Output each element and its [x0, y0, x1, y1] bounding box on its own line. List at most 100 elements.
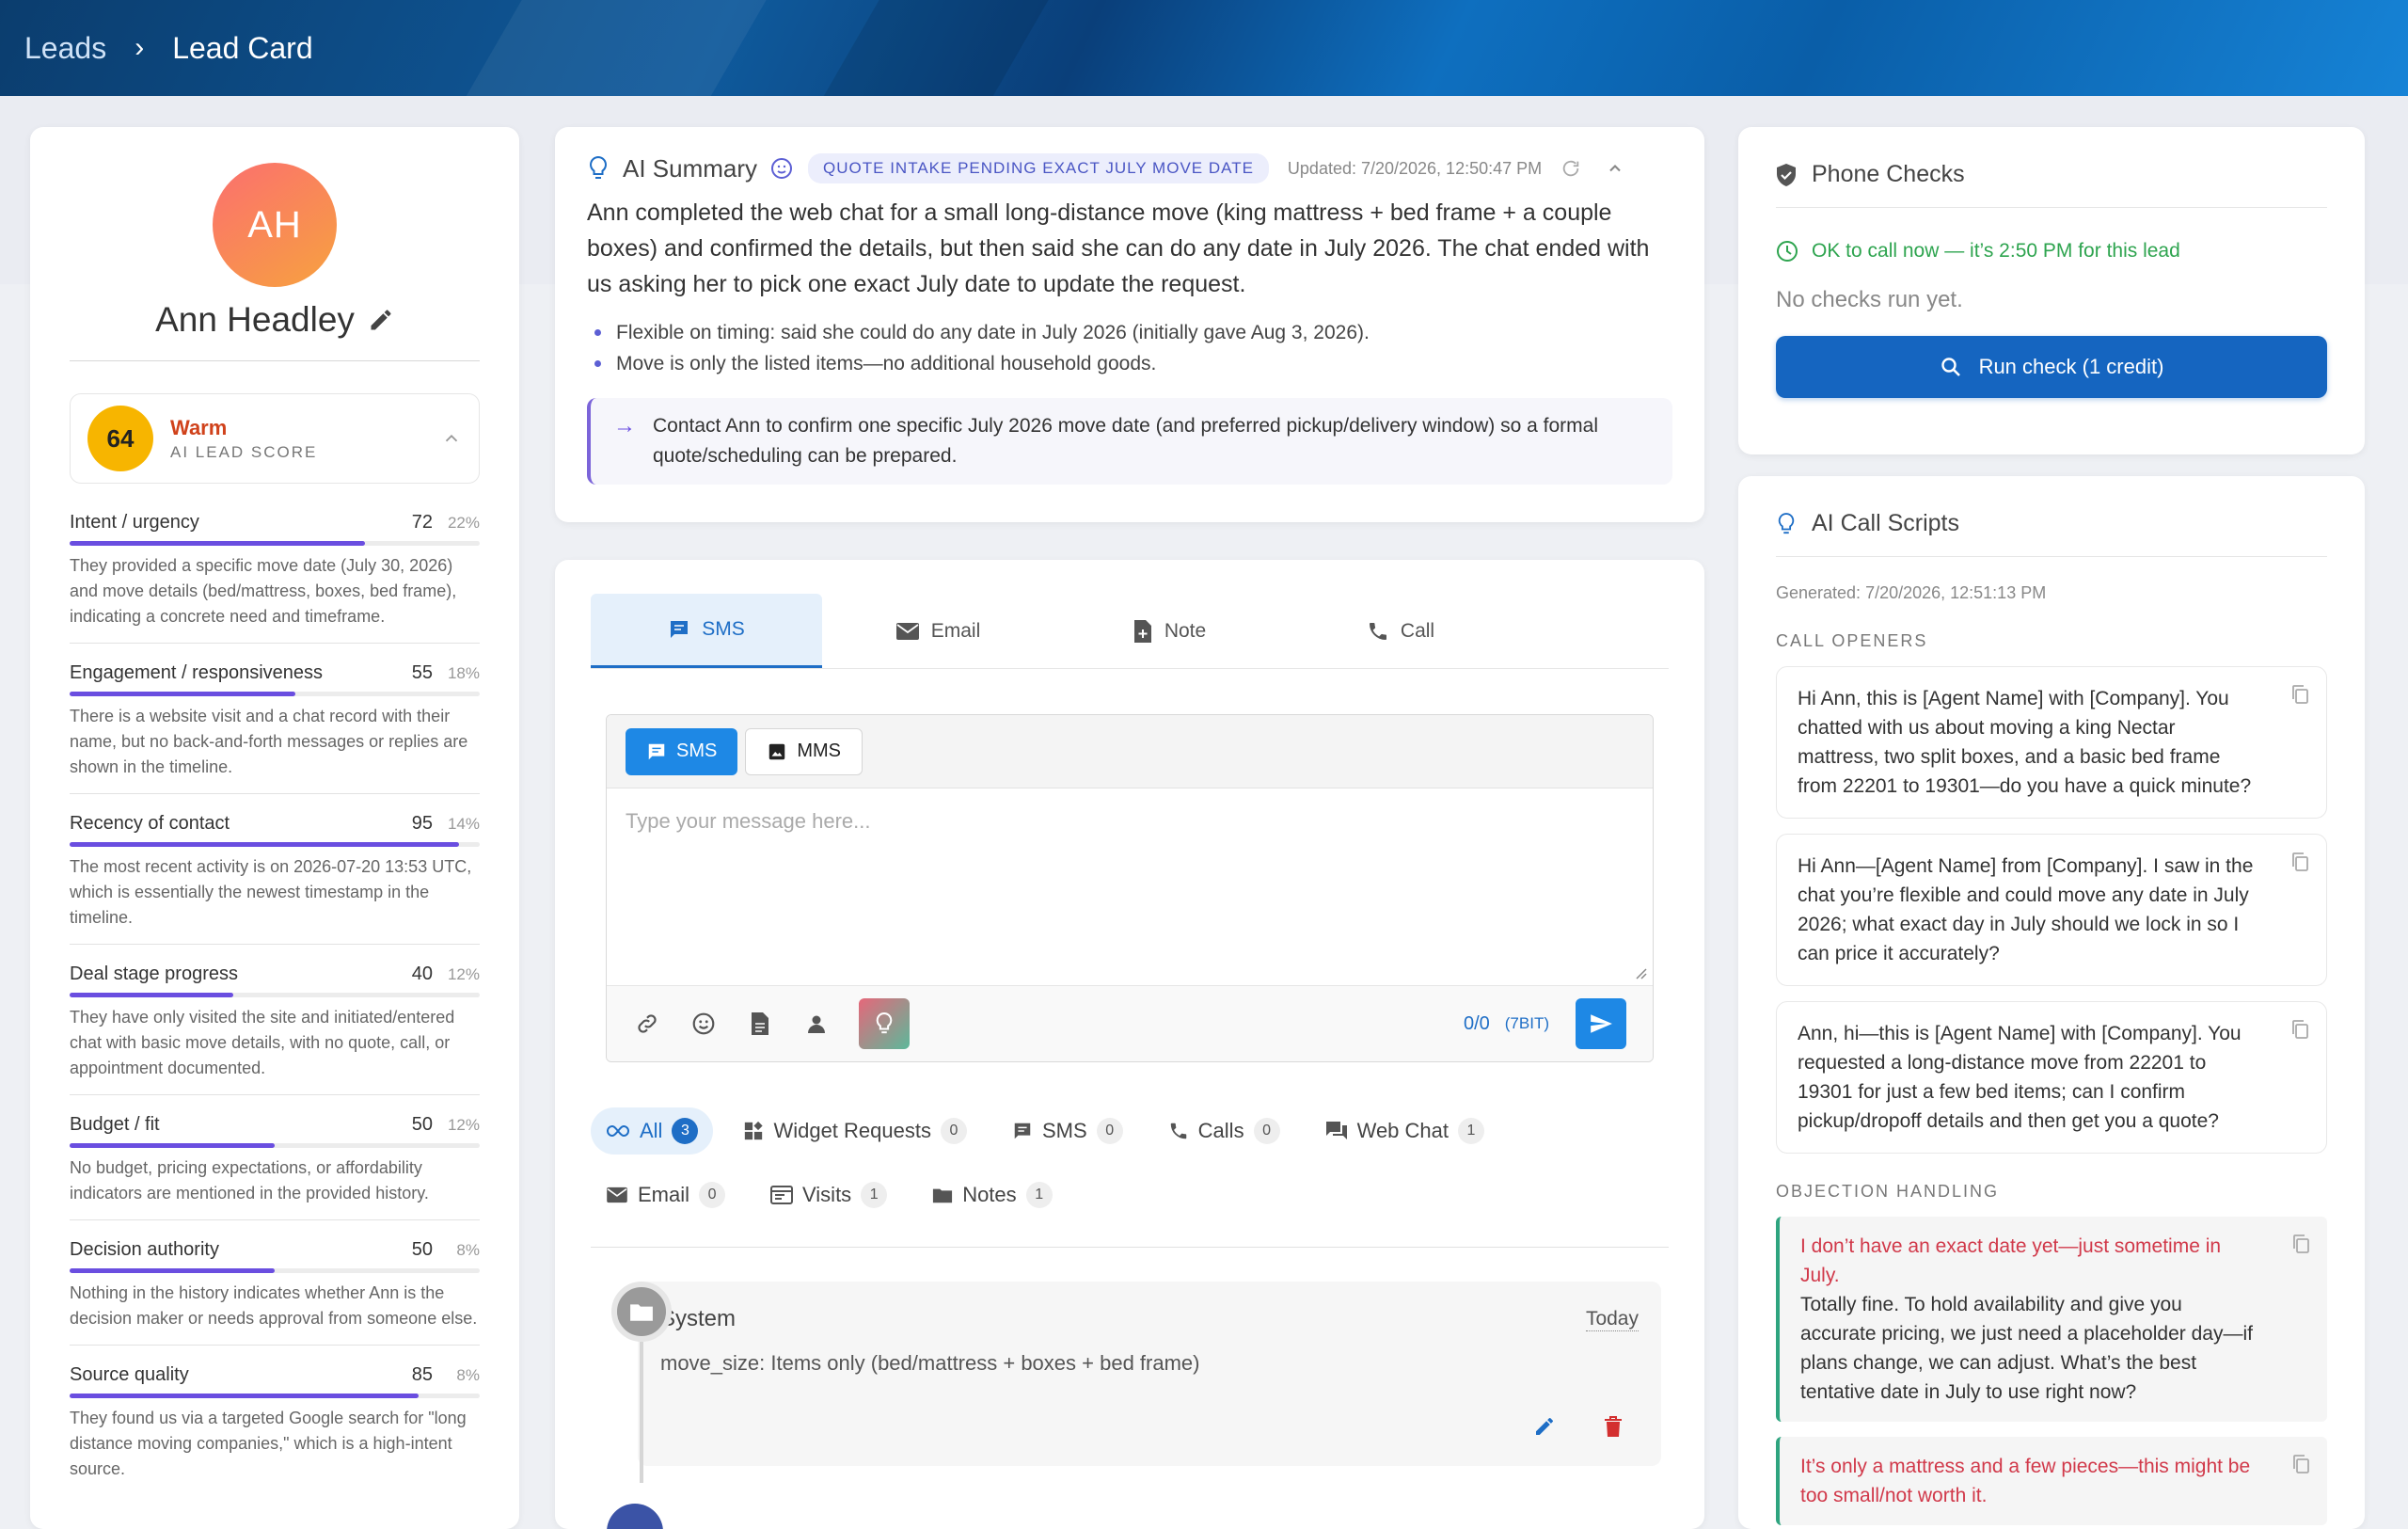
summary-body: Ann completed the web chat for a small l… [587, 199, 1650, 297]
edit-icon[interactable] [1533, 1415, 1556, 1438]
generated-timestamp: Generated: 7/20/2026, 12:51:13 PM [1776, 583, 2047, 602]
metric-value: 40 [411, 964, 433, 984]
send-button[interactable] [1576, 998, 1626, 1049]
pencil-icon[interactable] [368, 307, 394, 333]
phone-icon [1170, 1123, 1186, 1139]
tab-call[interactable]: Call [1285, 594, 1516, 668]
call-openers-label: CALL OPENERS [1776, 631, 1928, 650]
metric-name: Intent / urgency [70, 512, 199, 533]
filter-sms[interactable]: SMS 0 [997, 1107, 1138, 1155]
chevron-up-icon[interactable] [1606, 159, 1624, 178]
metric-name: Recency of contact [70, 813, 230, 834]
summary-title: AI Summary [623, 153, 758, 183]
metric-name: Source quality [70, 1364, 189, 1385]
score-metric: Recency of contact 95 14% The most recent a… [70, 793, 480, 931]
filter-widget-requests[interactable]: Widget Requests 0 [728, 1107, 982, 1155]
opener-text: Hi Ann, this is [Agent Name] with [Compa… [1798, 688, 2252, 797]
score-metric: Budget / fit 50 12% No budget, pricing expe… [70, 1094, 480, 1206]
shield-check-icon [1777, 163, 1796, 186]
sms-toggle-button[interactable]: SMS [626, 727, 738, 775]
chat-icon [648, 743, 665, 759]
metric-value: 95 [411, 813, 433, 834]
smile-icon[interactable] [770, 157, 793, 180]
objection-question: I don’t have an exact date yet—just some… [1800, 1235, 2222, 1286]
timeline-line [640, 1342, 643, 1483]
link-icon[interactable] [633, 1010, 661, 1038]
score-metric: Decision authority 50 8% Nothing in the his… [70, 1219, 480, 1331]
message-input[interactable]: Type your message here... [607, 788, 1653, 986]
metric-weight: 12% [447, 1116, 480, 1134]
ai-summary-card: AI Summary QUOTE INTAKE PENDING EXACT JU… [555, 127, 1704, 522]
ai-suggest-button[interactable] [859, 998, 910, 1049]
lead-name: Ann Headley [155, 300, 355, 339]
status-badge: QUOTE INTAKE PENDING EXACT JULY MOVE DAT… [808, 153, 1269, 183]
arrow-right-icon: → [613, 413, 636, 438]
metric-name: Deal stage progress [70, 964, 238, 984]
copy-icon[interactable] [2291, 1234, 2310, 1263]
metric-name: Decision authority [70, 1239, 219, 1260]
timeline-filters: All 3 Widget Requests 0 SMS 0 Calls 0 Web Ch… [591, 1107, 1669, 1218]
metric-bar [70, 842, 480, 847]
score-circle: 64 [87, 406, 153, 471]
encoding-label: (7BIT) [1504, 1014, 1549, 1032]
chevron-right-icon: › [135, 32, 145, 63]
divider [591, 1247, 1669, 1248]
copy-icon[interactable] [2290, 1019, 2309, 1048]
resize-handle-icon[interactable] [1634, 966, 1647, 980]
copy-icon[interactable] [2291, 1454, 2310, 1483]
avatar: AH [213, 163, 337, 287]
ai-call-scripts-card: AI Call Scripts Generated: 7/20/2026, 12… [1738, 476, 2365, 1529]
metric-description: No budget, pricing expectations, or affo… [70, 1158, 429, 1202]
opener-text: Ann, hi—this is [Agent Name] with [Compa… [1798, 1023, 2242, 1132]
metric-description: There is a website visit and a chat reco… [70, 707, 468, 776]
score-label: Warm [170, 415, 228, 439]
list-item: Move is only the listed items—no additio… [587, 348, 1672, 379]
call-opener-card: Ann, hi—this is [Agent Name] with [Compa… [1776, 1001, 2327, 1154]
copy-icon[interactable] [2290, 684, 2309, 713]
metric-bar [70, 541, 480, 546]
browser-icon [770, 1186, 794, 1204]
filter-email[interactable]: Email 0 [591, 1171, 740, 1218]
score-metrics: Intent / urgency 72 22% They provided a spe… [70, 512, 480, 1482]
breadcrumb-leads[interactable]: Leads [24, 31, 106, 66]
metric-bar-fill [70, 842, 460, 847]
list-item: Flexible on timing: said she could do an… [587, 317, 1672, 348]
phone-checks-card: Phone Checks OK to call now — it’s 2:50 … [1738, 127, 2365, 454]
filter-all[interactable]: All 3 [591, 1107, 714, 1155]
forum-icon [1325, 1122, 1347, 1139]
page-title: Lead Card [172, 30, 313, 65]
metric-bar-fill [70, 1143, 275, 1148]
phone-icon [1369, 622, 1386, 640]
run-check-button[interactable]: Run check (1 credit) [1776, 336, 2327, 398]
mms-toggle-button[interactable]: MMS [745, 727, 863, 775]
mail-icon [607, 1187, 627, 1203]
emoji-icon[interactable] [689, 1010, 718, 1038]
metric-weight: 14% [447, 815, 480, 833]
timeline-entry: System Today move_size: Items only (bed/… [611, 1282, 1661, 1483]
filter-web-chat[interactable]: Web Chat 1 [1310, 1107, 1499, 1155]
filter-notes[interactable]: Notes 1 [917, 1171, 1067, 1218]
score-metric: Source quality 85 8% They found us via a ta… [70, 1345, 480, 1482]
message-composer: SMS MMS Type your message here... 0/0 (7… [606, 714, 1654, 1062]
tab-sms[interactable]: SMS [591, 594, 822, 668]
filter-calls[interactable]: Calls 0 [1153, 1107, 1295, 1155]
metric-bar [70, 692, 480, 696]
metric-description: The most recent activity is on 2026-07-2… [70, 857, 472, 927]
chevron-up-icon[interactable] [441, 428, 462, 449]
copy-icon[interactable] [2290, 852, 2309, 881]
filter-visits[interactable]: Visits 1 [755, 1171, 902, 1218]
metric-bar [70, 1268, 480, 1273]
lead-score-box[interactable]: 64 Warm AI LEAD SCORE [70, 393, 480, 484]
metric-weight: 8% [456, 1241, 480, 1259]
template-icon[interactable] [746, 1010, 774, 1038]
metric-weight: 22% [447, 514, 480, 532]
contact-icon[interactable] [802, 1010, 831, 1038]
delete-icon[interactable] [1603, 1415, 1624, 1438]
metric-bar-fill [70, 1394, 419, 1398]
objection-handling-label: OBJECTION HANDLING [1776, 1182, 2000, 1201]
tab-note[interactable]: Note [1054, 594, 1285, 668]
metric-value: 50 [411, 1114, 433, 1135]
score-metric: Intent / urgency 72 22% They provided a spe… [70, 512, 480, 629]
refresh-icon[interactable] [1560, 158, 1581, 179]
tab-email[interactable]: Email [822, 594, 1054, 668]
